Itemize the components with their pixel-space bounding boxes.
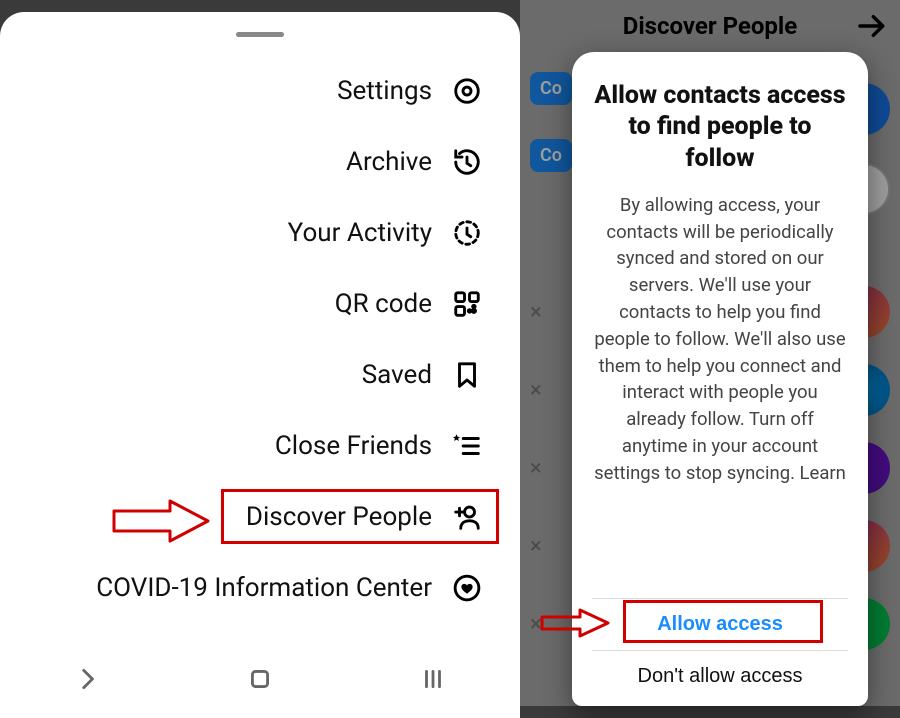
menu-label: Close Friends xyxy=(275,431,432,461)
discover-people-screen: Discover People Co Co × × × × × Allow co… xyxy=(520,0,900,706)
menu-label: Your Activity xyxy=(288,218,432,248)
connect-pill[interactable]: Co xyxy=(530,139,572,172)
menu-item-discover-people[interactable]: Discover People xyxy=(0,481,484,552)
nav-back-icon[interactable] xyxy=(71,663,103,695)
nav-recents-icon[interactable] xyxy=(417,663,449,695)
activity-icon xyxy=(450,216,484,250)
android-nav-bar xyxy=(0,640,520,718)
menu-label: Settings xyxy=(337,76,432,106)
connect-pill[interactable]: Co xyxy=(530,72,572,105)
qr-icon xyxy=(450,287,484,321)
nav-home-icon[interactable] xyxy=(244,663,276,695)
dismiss-x-icon[interactable]: × xyxy=(530,378,542,403)
allow-access-button[interactable]: Allow access xyxy=(592,599,848,650)
menu-label: QR code xyxy=(335,289,432,319)
menu-item-covid[interactable]: COVID-19 Information Center xyxy=(0,552,484,623)
dont-allow-button[interactable]: Don't allow access xyxy=(592,650,848,702)
modal-actions: Allow access Don't allow access xyxy=(592,598,848,702)
forward-arrow-icon[interactable] xyxy=(856,10,888,48)
menu-item-close-friends[interactable]: Close Friends xyxy=(0,410,484,481)
heart-circle-icon xyxy=(450,571,484,605)
menu-list: Settings Archive Your Activity QR code S xyxy=(0,55,520,623)
menu-item-qrcode[interactable]: QR code xyxy=(0,268,484,339)
contacts-permission-modal: Allow contacts access to find people to … xyxy=(572,52,868,706)
menu-item-archive[interactable]: Archive xyxy=(0,126,484,197)
gear-icon xyxy=(450,74,484,108)
menu-item-activity[interactable]: Your Activity xyxy=(0,197,484,268)
bookmark-icon xyxy=(450,358,484,392)
menu-label: COVID-19 Information Center xyxy=(96,573,432,603)
menu-label: Discover People xyxy=(246,502,432,532)
header-title: Discover People xyxy=(623,12,798,40)
dismiss-x-icon[interactable]: × xyxy=(530,612,542,637)
menu-item-saved[interactable]: Saved xyxy=(0,339,484,410)
dismiss-x-icon[interactable]: × xyxy=(530,300,542,325)
modal-title: Allow contacts access to find people to … xyxy=(592,80,848,174)
menu-label: Saved xyxy=(362,360,432,390)
screen-header: Discover People xyxy=(520,0,900,52)
dismiss-x-icon[interactable]: × xyxy=(530,534,542,559)
profile-menu-panel: Settings Archive Your Activity QR code S xyxy=(0,12,520,718)
menu-label: Archive xyxy=(346,147,432,177)
dismiss-x-icon[interactable]: × xyxy=(530,456,542,481)
add-person-icon xyxy=(450,500,484,534)
drag-handle[interactable] xyxy=(236,32,284,37)
close-friends-icon xyxy=(450,429,484,463)
archive-icon xyxy=(450,145,484,179)
modal-body: By allowing access, your contacts will b… xyxy=(592,192,848,592)
menu-item-settings[interactable]: Settings xyxy=(0,55,484,126)
